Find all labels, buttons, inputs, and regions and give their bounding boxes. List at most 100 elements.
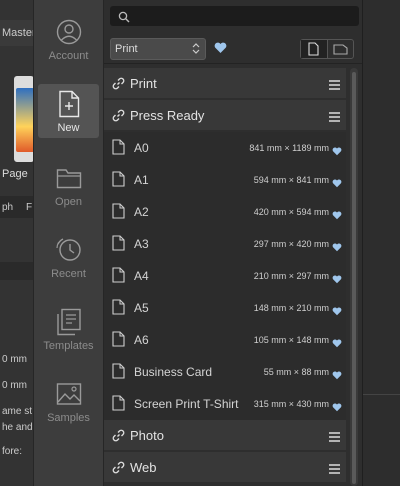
preset-size: 315 mm × 430 mm	[253, 399, 329, 409]
background-text: 0 mm	[2, 380, 27, 391]
preset-name: A1	[134, 173, 149, 187]
preset-size: 297 mm × 420 mm	[253, 239, 329, 249]
sidebar-item-label: Templates	[43, 340, 94, 352]
document-icon	[112, 139, 128, 157]
orientation-toggle	[300, 39, 354, 59]
favorite-heart-icon[interactable]	[332, 239, 342, 257]
document-icon	[112, 363, 128, 381]
category-header-print[interactable]: Print	[104, 68, 346, 98]
favorite-heart-icon[interactable]	[332, 271, 342, 289]
menu-icon[interactable]	[329, 109, 340, 127]
preset-name: A2	[134, 205, 149, 219]
category-select-value: Print	[115, 43, 138, 55]
clock-icon	[55, 236, 83, 264]
background-tab: Master	[0, 20, 33, 46]
search-icon	[118, 10, 130, 28]
page-label: Page	[2, 168, 28, 180]
account-icon	[55, 18, 83, 46]
landscape-icon	[333, 43, 348, 55]
preset-size: 594 mm × 841 mm	[253, 175, 329, 185]
portrait-button[interactable]	[301, 40, 328, 58]
preset-row[interactable]: A5 148 mm × 210 mm	[104, 292, 346, 324]
preset-name: A3	[134, 237, 149, 251]
link-icon	[112, 108, 126, 122]
chevron-updown-icon	[192, 42, 200, 62]
background-app-panel: Master Page ph F 0 mm 0 mm ame st he and…	[0, 0, 33, 486]
category-name: Press Ready	[130, 107, 205, 123]
preset-row[interactable]: Business Card 55 mm × 88 mm	[104, 356, 346, 388]
document-icon	[112, 299, 128, 317]
sidebar-item-label: Open	[55, 196, 82, 208]
background-text: ph	[2, 202, 14, 213]
preset-row[interactable]: A0 841 mm × 1189 mm	[104, 132, 346, 164]
sidebar-item-templates[interactable]: Templates	[38, 302, 99, 356]
sidebar-item-label: Account	[48, 50, 89, 62]
menu-icon[interactable]	[329, 77, 340, 95]
document-icon	[112, 267, 128, 285]
preset-row[interactable]: A1 594 mm × 841 mm	[104, 164, 346, 196]
preset-row[interactable]: A4 210 mm × 297 mm	[104, 260, 346, 292]
sidebar-item-account[interactable]: Account	[38, 12, 99, 66]
sidebar-item-label: New	[57, 122, 80, 134]
category-header-press-ready[interactable]: Press Ready	[104, 100, 346, 130]
sidebar-item-open[interactable]: Open	[38, 158, 99, 212]
sidebar-item-label: Recent	[51, 268, 86, 280]
favorites-heart-icon[interactable]	[214, 41, 227, 59]
category-name: Photo	[130, 427, 164, 443]
preset-size: 841 mm × 1189 mm	[249, 143, 329, 153]
favorite-heart-icon[interactable]	[332, 303, 342, 321]
background-text: he and a	[2, 422, 33, 433]
background-row	[0, 262, 33, 280]
preset-size: 420 mm × 594 mm	[253, 207, 329, 217]
preset-row[interactable]: A3 297 mm × 420 mm	[104, 228, 346, 260]
favorite-heart-icon[interactable]	[332, 367, 342, 385]
templates-icon	[55, 308, 83, 336]
preset-size: 55 mm × 88 mm	[263, 367, 329, 377]
category-name: Web	[130, 459, 157, 475]
preset-row[interactable]: A2 420 mm × 594 mm	[104, 196, 346, 228]
document-icon	[112, 395, 128, 413]
background-text: ame st	[2, 406, 33, 417]
sidebar-item-new[interactable]: New	[38, 84, 99, 138]
link-icon	[112, 76, 126, 90]
category-name: Print	[130, 75, 157, 91]
category-header-web[interactable]: Web	[104, 452, 346, 482]
favorite-heart-icon[interactable]	[332, 399, 342, 417]
landscape-button[interactable]	[328, 40, 354, 58]
favorite-heart-icon[interactable]	[332, 207, 342, 225]
background-text: 0 mm	[2, 354, 27, 365]
menu-icon[interactable]	[329, 429, 340, 447]
folder-icon	[55, 164, 83, 192]
search-input[interactable]	[110, 6, 359, 26]
document-icon	[112, 331, 128, 349]
category-select[interactable]: Print	[110, 38, 206, 60]
preset-name: Business Card	[134, 365, 213, 379]
preset-row[interactable]: A6 105 mm × 148 mm	[104, 324, 346, 356]
divider	[363, 394, 400, 395]
document-icon	[112, 171, 128, 189]
scrollbar-thumb[interactable]	[352, 72, 356, 484]
preset-name: Screen Print T-Shirt	[134, 397, 239, 411]
background-text: fore:	[2, 446, 23, 457]
background-right-panel	[362, 0, 400, 486]
category-header-photo[interactable]: Photo	[104, 420, 346, 450]
favorite-heart-icon[interactable]	[332, 175, 342, 193]
sidebar-item-samples[interactable]: Samples	[38, 374, 99, 428]
preset-name: A0	[134, 141, 149, 155]
new-document-panel: Print Print Press Ready A0 841 mm × 1189 mm…	[104, 0, 362, 486]
portrait-icon	[308, 42, 319, 56]
sidebar-item-recent[interactable]: Recent	[38, 230, 99, 284]
preset-size: 105 mm × 148 mm	[253, 335, 329, 345]
favorite-heart-icon[interactable]	[332, 143, 342, 161]
document-icon	[112, 235, 128, 253]
preset-name: A4	[134, 269, 149, 283]
document-icon	[112, 203, 128, 221]
preset-row[interactable]: Screen Print T-Shirt 315 mm × 430 mm	[104, 388, 346, 420]
preset-size: 210 mm × 297 mm	[253, 271, 329, 281]
samples-icon	[55, 380, 83, 408]
menu-icon[interactable]	[329, 461, 340, 479]
favorite-heart-icon[interactable]	[332, 335, 342, 353]
background-text: F	[26, 202, 33, 213]
page-thumbnail	[16, 88, 33, 152]
link-icon	[112, 428, 126, 442]
